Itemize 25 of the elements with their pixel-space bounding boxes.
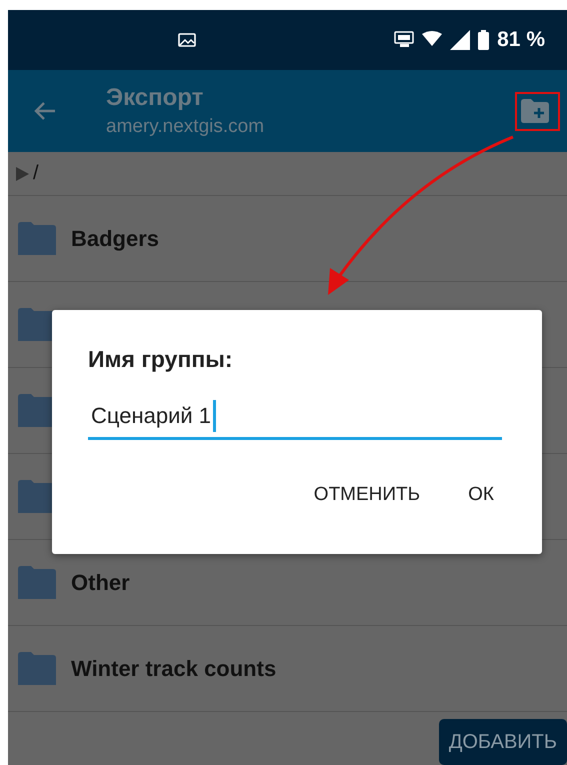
new-folder-icon[interactable] bbox=[521, 99, 549, 123]
folder-icon bbox=[18, 566, 56, 599]
signal-icon bbox=[450, 30, 470, 50]
battery-icon bbox=[478, 30, 490, 50]
expand-triangle-icon[interactable] bbox=[16, 166, 29, 180]
folder-icon bbox=[18, 222, 56, 255]
folder-icon bbox=[18, 652, 56, 685]
folder-name: Other bbox=[71, 570, 130, 596]
screen-title: Экспорт bbox=[106, 84, 204, 112]
dialog-button[interactable]: ОТМЕНИТЬ bbox=[314, 484, 420, 506]
folder-name: Badgers bbox=[71, 226, 160, 252]
folder-path: / bbox=[33, 162, 39, 185]
server-address: amery.nextgis.com bbox=[106, 116, 266, 138]
dialog-title: Имя группы: bbox=[88, 346, 234, 373]
folder-row[interactable]: Winter track counts bbox=[8, 626, 567, 712]
back-arrow-icon[interactable] bbox=[34, 101, 56, 121]
refresh-rate-icon bbox=[394, 31, 414, 49]
folder-row[interactable]: Badgers bbox=[8, 196, 567, 282]
add-button[interactable]: ДОБАВИТЬ bbox=[438, 719, 567, 765]
dialog-button[interactable]: ОК bbox=[468, 484, 494, 506]
folder-name: Winter track counts bbox=[71, 656, 276, 682]
battery-percentage: 81 % bbox=[497, 28, 545, 52]
group-name-field[interactable]: Сценарий 1 bbox=[88, 395, 502, 440]
highlight-frame bbox=[515, 92, 560, 131]
image-icon bbox=[178, 33, 196, 47]
